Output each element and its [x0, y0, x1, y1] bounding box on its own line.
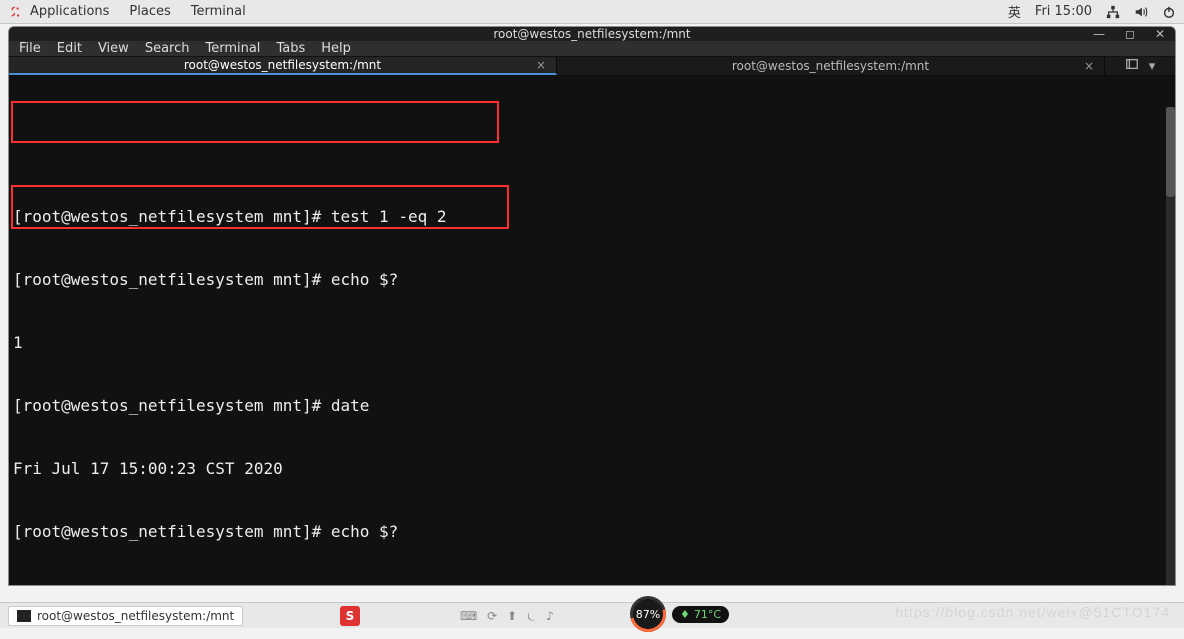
terminal-menu[interactable]: Terminal — [191, 4, 246, 19]
maximize-button[interactable]: ◻ — [1121, 26, 1139, 43]
applications-menu[interactable]: Applications — [30, 4, 109, 19]
menu-edit[interactable]: Edit — [57, 41, 82, 56]
desktop-top-bar: Applications Places Terminal 英 Fri 15:00 — [0, 0, 1184, 24]
clock[interactable]: Fri 15:00 — [1035, 4, 1092, 19]
term-line-2: 1 — [11, 332, 1173, 353]
menu-search[interactable]: Search — [145, 41, 190, 56]
tab-2-close-icon[interactable]: × — [1084, 59, 1094, 73]
term-line-5: [root@westos_netfilesystem mnt]# echo $? — [11, 521, 1173, 542]
minimize-button[interactable]: — — [1089, 26, 1109, 43]
term-line-0: [root@westos_netfilesystem mnt]# test 1 … — [11, 206, 1173, 227]
taskbar-item-terminal[interactable]: root@westos_netfilesystem:/mnt — [8, 606, 243, 626]
tab-1-label: root@westos_netfilesystem:/mnt — [184, 58, 381, 72]
flame-icon: ♦ — [680, 608, 690, 621]
terminal-viewport[interactable]: [root@westos_netfilesystem mnt]# test 1 … — [9, 76, 1175, 586]
ime-indicator[interactable]: 英 — [1008, 2, 1021, 21]
watermark-text: https://blog.csdn.net/weix@51CTO174 — [895, 604, 1170, 620]
tab-1-close-icon[interactable]: × — [536, 58, 546, 72]
distro-icon — [8, 5, 22, 19]
terminal-menubar: File Edit View Search Terminal Tabs Help — [9, 41, 1175, 57]
term-line-1: [root@westos_netfilesystem mnt]# echo $? — [11, 269, 1173, 290]
terminal-tabbar: root@westos_netfilesystem:/mnt × root@we… — [9, 57, 1175, 76]
terminal-window: root@westos_netfilesystem:/mnt — ◻ ✕ Fil… — [8, 26, 1176, 586]
tab-dropdown-icon[interactable]: ▾ — [1149, 59, 1156, 74]
mini-tray-icons[interactable]: ⌨ ⟳ ⬆ ⏾ ♪ — [460, 609, 557, 624]
system-gauge-widget[interactable]: 87% ♦ 71°C — [630, 596, 729, 632]
close-button[interactable]: ✕ — [1151, 26, 1169, 43]
menu-file[interactable]: File — [19, 41, 41, 56]
term-line-3: [root@westos_netfilesystem mnt]# date — [11, 395, 1173, 416]
tab-2-label: root@westos_netfilesystem:/mnt — [732, 59, 929, 73]
window-titlebar[interactable]: root@westos_netfilesystem:/mnt — ◻ ✕ — [9, 27, 1175, 41]
volume-icon[interactable] — [1134, 5, 1148, 19]
menu-view[interactable]: View — [98, 41, 129, 56]
highlight-box-1 — [11, 101, 499, 143]
cpu-gauge: 87% — [630, 596, 666, 632]
scrollbar-thumb[interactable] — [1166, 107, 1175, 197]
tab-1[interactable]: root@westos_netfilesystem:/mnt × — [9, 57, 557, 75]
window-title: root@westos_netfilesystem:/mnt — [493, 27, 690, 41]
network-icon[interactable] — [1106, 5, 1120, 19]
cpu-temp-pill: ♦ 71°C — [672, 606, 729, 623]
tray-app-icon[interactable]: S — [340, 606, 360, 626]
system-tray: 英 Fri 15:00 — [1008, 2, 1176, 21]
tab-2[interactable]: root@westos_netfilesystem:/mnt × — [557, 57, 1105, 75]
term-line-4: Fri Jul 17 15:00:23 CST 2020 — [11, 458, 1173, 479]
menu-help[interactable]: Help — [321, 41, 351, 56]
menu-terminal[interactable]: Terminal — [205, 41, 260, 56]
term-line-6: 0 — [11, 584, 1173, 586]
places-menu[interactable]: Places — [129, 4, 170, 19]
menu-tabs[interactable]: Tabs — [276, 41, 305, 56]
terminal-app-icon — [17, 610, 31, 622]
power-icon[interactable] — [1162, 5, 1176, 19]
tab-extra-icon[interactable] — [1125, 57, 1139, 75]
taskbar-item-label: root@westos_netfilesystem:/mnt — [37, 609, 234, 623]
